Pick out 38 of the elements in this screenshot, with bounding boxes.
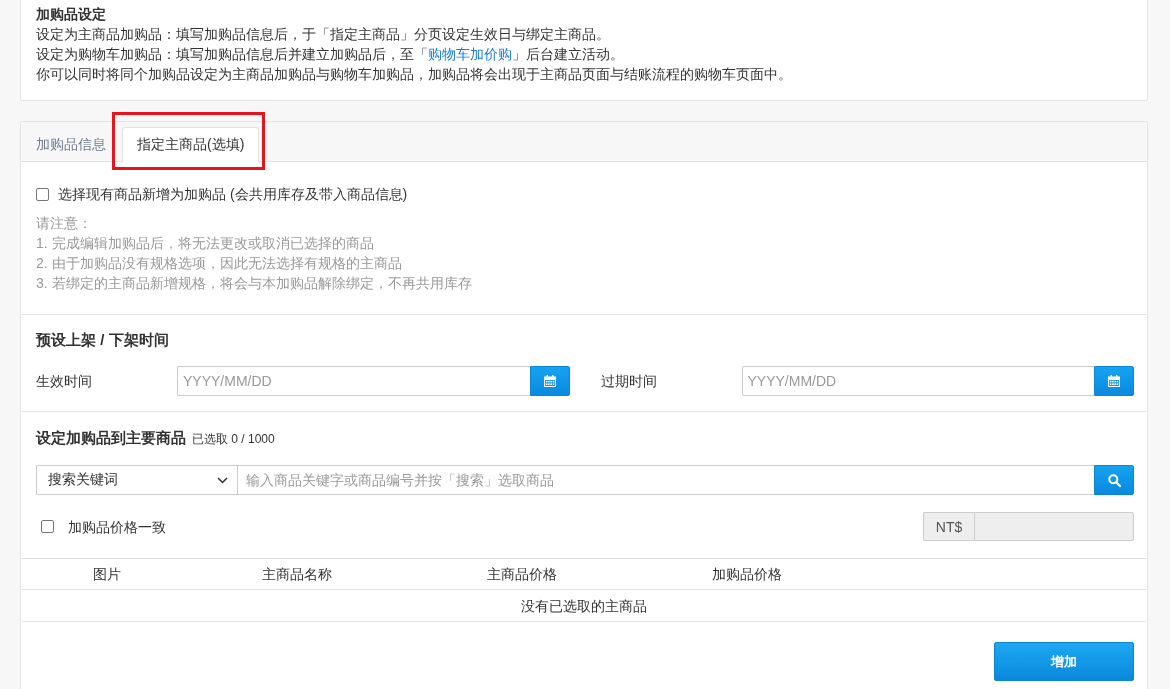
intro-text: 设定为购物车加购品：填写加购品信息后并建立加购品后，至「购物车加价购」后台建立活动。 bbox=[36, 45, 625, 64]
selection-count: 已选取 0 / 1000 bbox=[192, 432, 275, 446]
add-button[interactable]: 增加 bbox=[994, 642, 1134, 681]
date-input[interactable]: YYYY/MM/DD bbox=[741, 366, 1094, 396]
chevron-down-icon bbox=[217, 476, 228, 484]
note-text: 2. 由于加购品没有规格选项，因此无法选择有规格的主商品 bbox=[36, 254, 403, 273]
empty-message: 没有已选取的主商品 bbox=[521, 596, 647, 616]
field-label: 过期时间 bbox=[600, 372, 658, 391]
cart-promo-link[interactable]: 购物车加价购 bbox=[428, 46, 512, 62]
note-title: 请注意： bbox=[36, 214, 93, 233]
note-text: 3. 若绑定的主商品新增规格，将会与本加购品解除绑定，不再共用库存 bbox=[36, 274, 473, 293]
intro-text: 你可以同时将同个加购品设定为主商品加购品与购物车加购品，加购品将会出现于主商品页面与结账流程的购物车页面中。 bbox=[36, 65, 793, 84]
checkbox-label: 加购品价格一致 bbox=[68, 517, 166, 537]
date-input[interactable]: YYYY/MM/DD bbox=[177, 366, 530, 396]
checkbox[interactable] bbox=[36, 187, 49, 201]
search-button[interactable] bbox=[1094, 465, 1134, 495]
field-label: 生效时间 bbox=[36, 372, 93, 391]
column-header: 加购品价格 bbox=[712, 565, 783, 584]
column-header: 图片 bbox=[92, 565, 122, 584]
tab[interactable]: 指定主商品(选填) bbox=[122, 127, 260, 162]
tab[interactable]: 加购品信息 bbox=[21, 127, 121, 162]
intro-text: 设定为主商品加购品：填写加购品信息后，于「指定主商品」分页设定生效日与绑定主商品。 bbox=[36, 25, 611, 44]
search-type-select[interactable]: 搜索关键词 bbox=[36, 465, 237, 495]
calendar-button[interactable] bbox=[529, 366, 570, 396]
calendar-button[interactable] bbox=[1094, 366, 1134, 396]
note-text: 1. 完成编辑加购品后，将无法更改或取消已选择的商品 bbox=[36, 234, 375, 253]
column-header: 主商品价格 bbox=[487, 565, 558, 584]
section-title: 设定加购品到主要商品 bbox=[36, 429, 186, 446]
section-title: 预设上架 / 下架时间 bbox=[36, 331, 169, 348]
search-input[interactable]: 输入商品关键字或商品编号并按「搜索」选取商品 bbox=[237, 465, 1094, 495]
column-header: 主商品名称 bbox=[262, 565, 333, 584]
search-icon bbox=[1107, 473, 1121, 487]
calendar-icon bbox=[1108, 375, 1120, 387]
currency-addon: NT$ bbox=[923, 512, 974, 541]
calendar-icon bbox=[543, 375, 556, 387]
section-title: 加购品设定 bbox=[36, 5, 107, 24]
checkbox-label: 选择现有商品新增为加购品 (会共用库存及带入商品信息) bbox=[58, 185, 408, 204]
checkbox[interactable] bbox=[41, 520, 54, 533]
